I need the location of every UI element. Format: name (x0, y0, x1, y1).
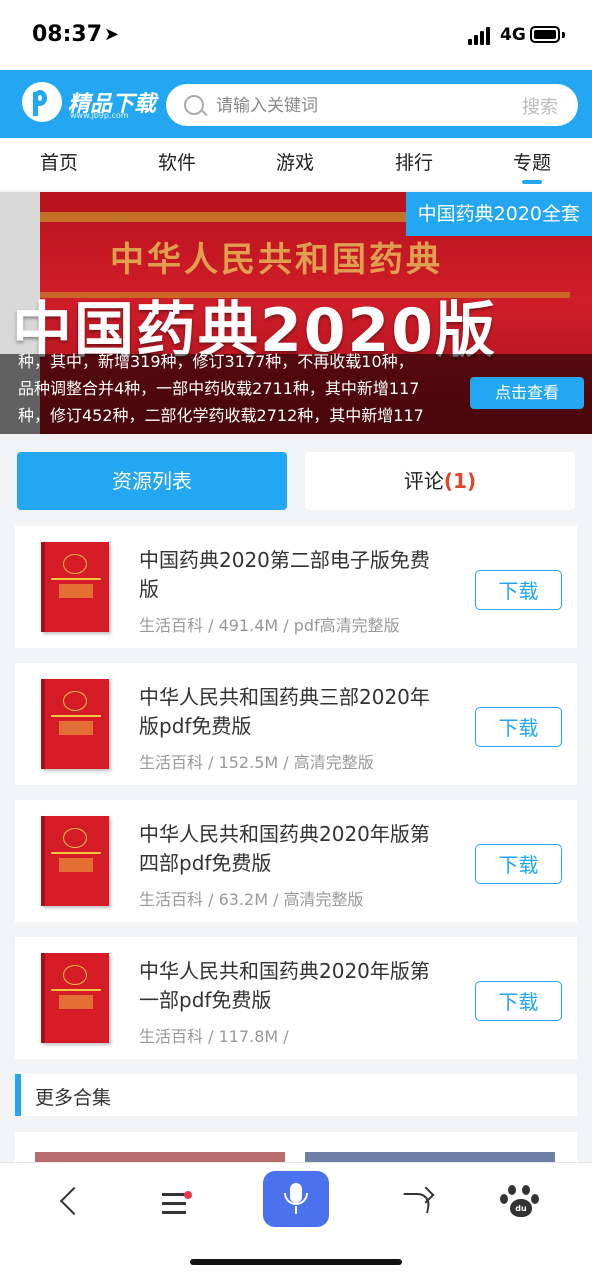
main-nav: 首页 软件 游戏 排行 专题 (0, 138, 592, 190)
item-title[interactable]: 中华人民共和国药典2020年版第一部pdf免费版 (139, 957, 449, 1015)
location-arrow-icon: ➤ (104, 24, 120, 45)
comment-count: (1) (443, 469, 477, 493)
item-meta: 生活百科 / 152.5M / 高清完整版 (139, 753, 374, 772)
book-cover-icon (41, 542, 109, 632)
book-cover-icon (41, 816, 109, 906)
tab-comments[interactable]: 评论(1) (305, 452, 575, 510)
logo-url: www.jb9p.com (70, 111, 129, 120)
more-collections-header: 更多合集 (15, 1074, 577, 1116)
share-icon[interactable] (396, 1183, 436, 1223)
tab-games[interactable]: 游戏 (276, 148, 314, 175)
home-indicator (190, 1259, 402, 1265)
banner-desc-line: 品种调整合并4种，一部中药收载2711种，其中新增117 (18, 379, 420, 398)
banner-desc-line: 种，其中，新增319种，修订3177种，不再收载10种， (18, 352, 414, 371)
search-button[interactable]: 搜索 (522, 93, 558, 119)
list-item[interactable]: 中华人民共和国药典三部2020年版pdf免费版 生活百科 / 152.5M / … (15, 663, 577, 785)
notification-dot (184, 1191, 192, 1199)
network-type: 4G (500, 25, 526, 45)
download-button[interactable]: 下载 (475, 844, 562, 884)
download-button[interactable]: 下载 (475, 981, 562, 1021)
comments-label: 评论 (403, 469, 444, 493)
tab-ranking[interactable]: 排行 (395, 148, 433, 175)
item-title[interactable]: 中华人民共和国药典三部2020年版pdf免费版 (139, 683, 449, 741)
list-item[interactable]: 中华人民共和国药典2020年版第一部pdf免费版 生活百科 / 117.8M /… (15, 937, 577, 1059)
search-icon (184, 95, 204, 115)
cellular-signal-icon (468, 27, 494, 45)
active-tab-indicator (522, 180, 542, 184)
item-meta: 生活百科 / 491.4M / pdf高清完整版 (139, 616, 400, 635)
battery-icon (530, 26, 560, 43)
status-bar: 08:37 ➤ 4G (0, 0, 592, 70)
book-cover-icon (41, 953, 109, 1043)
browser-toolbar: du (0, 1162, 592, 1281)
menu-icon[interactable] (154, 1183, 194, 1223)
search-bar[interactable]: 搜索 (166, 84, 578, 126)
list-item[interactable]: 中华人民共和国药典2020年版第四部pdf免费版 生活百科 / 63.2M / … (15, 800, 577, 922)
section-accent-bar (15, 1074, 21, 1116)
book-cover-icon (41, 679, 109, 769)
topic-banner[interactable]: 中华人民共和国药典 中国药典2020版 中国药典2020全套 种，其中，新增31… (0, 192, 592, 434)
tab-resource-list[interactable]: 资源列表 (17, 452, 287, 510)
item-meta: 生活百科 / 63.2M / 高清完整版 (139, 890, 364, 909)
list-item[interactable]: 中国药典2020第二部电子版免费版 生活百科 / 491.4M / pdf高清完… (15, 526, 577, 648)
item-title[interactable]: 中华人民共和国药典2020年版第四部pdf免费版 (139, 820, 449, 878)
banner-tag: 中国药典2020全套 (405, 192, 592, 236)
voice-icon[interactable] (263, 1171, 329, 1227)
search-input[interactable] (214, 92, 498, 120)
logo-icon[interactable] (22, 82, 62, 122)
back-icon[interactable] (50, 1183, 90, 1223)
section-tabs: 资源列表 评论(1) (0, 434, 592, 526)
download-button[interactable]: 下载 (475, 707, 562, 747)
app-header: 精品下载 www.jb9p.com 搜索 (0, 70, 592, 138)
download-button[interactable]: 下载 (475, 570, 562, 610)
item-title[interactable]: 中国药典2020第二部电子版免费版 (139, 546, 449, 604)
item-meta: 生活百科 / 117.8M / (139, 1027, 289, 1046)
view-button[interactable]: 点击查看 (470, 377, 584, 409)
tab-home[interactable]: 首页 (40, 148, 78, 175)
baidu-text: du (510, 1199, 532, 1217)
status-time: 08:37 (32, 22, 103, 47)
banner-book-spine-text: 中华人民共和国药典 (110, 240, 443, 280)
baidu-icon[interactable]: du (500, 1183, 540, 1223)
banner-desc-line: 种，修订452种，二部化学药收载2712种，其中新增117 (18, 406, 424, 425)
more-collections-label: 更多合集 (35, 1087, 112, 1109)
tab-software[interactable]: 软件 (158, 148, 196, 175)
tab-topics[interactable]: 专题 (513, 148, 551, 175)
